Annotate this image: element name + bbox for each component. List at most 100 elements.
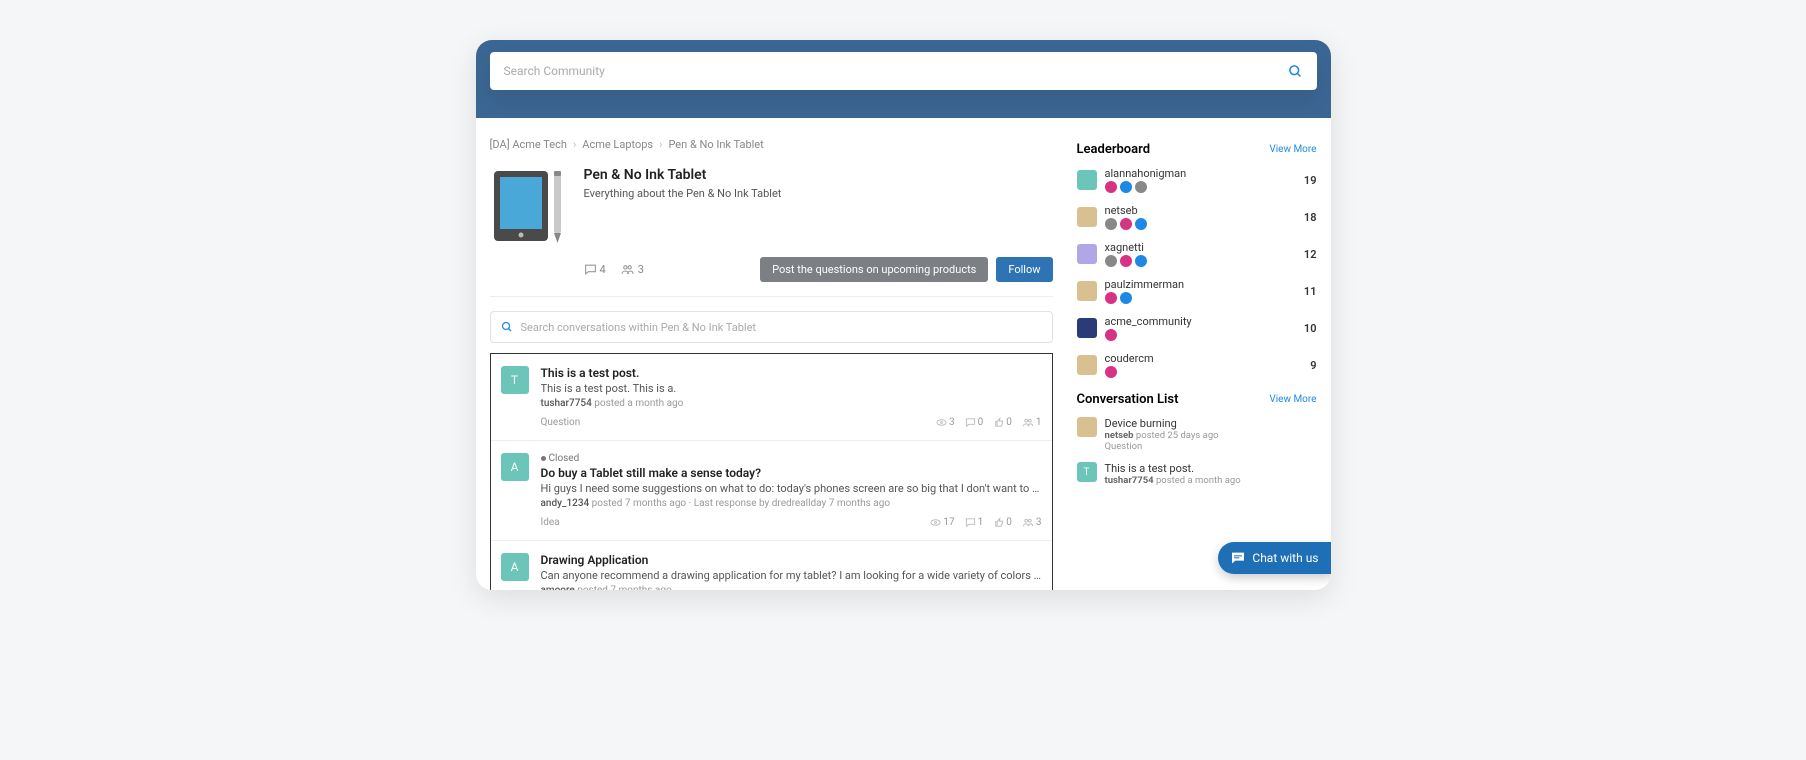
category-header: Pen & No Ink Tablet Everything about the…	[490, 167, 1053, 245]
leaderboard-row[interactable]: alannahonigman 19	[1077, 167, 1317, 193]
main-column: [DA] Acme Tech › Acme Laptops › Pen & No…	[490, 138, 1053, 590]
conversation-type: Question	[1105, 441, 1317, 452]
thread-meta: andy_1234 posted 7 months ago · Last res…	[541, 498, 1042, 509]
badges	[1105, 292, 1296, 304]
conversation-list: Device burning netseb posted 25 days ago…	[1077, 417, 1317, 486]
chat-icon	[1230, 550, 1246, 566]
leaderboard-row[interactable]: coudercm 9	[1077, 352, 1317, 378]
avatar	[1077, 207, 1097, 227]
avatar	[1077, 355, 1097, 375]
badge-icon	[1105, 181, 1117, 193]
badges	[1105, 181, 1296, 193]
badge-icon	[1105, 255, 1117, 267]
conversation-title[interactable]: Device burning	[1105, 417, 1317, 430]
thread-item[interactable]: A Drawing Application Can anyone recomme…	[491, 541, 1052, 590]
badges	[1105, 366, 1303, 378]
views-stat: 17	[930, 517, 954, 528]
leaderboard-row[interactable]: xagnetti 12	[1077, 241, 1317, 267]
leaderboard-row[interactable]: paulzimmerman 11	[1077, 278, 1317, 304]
conversation-list-title: Conversation List	[1077, 392, 1179, 407]
avatar	[1077, 281, 1097, 301]
thread-title[interactable]: Do buy a Tablet still make a sense today…	[541, 466, 1042, 480]
conversation-item[interactable]: T This is a test post. tushar7754 posted…	[1077, 462, 1317, 486]
search-input[interactable]	[504, 64, 1288, 78]
thread-snippet: Can anyone recommend a drawing applicati…	[541, 569, 1042, 582]
thread-item[interactable]: T This is a test post. This is a test po…	[491, 354, 1052, 441]
user-score: 18	[1304, 211, 1317, 224]
chat-widget[interactable]: Chat with us	[1218, 542, 1330, 574]
conversation-title[interactable]: This is a test post.	[1105, 462, 1317, 475]
conversation-search[interactable]	[490, 311, 1053, 343]
user-score: 11	[1304, 285, 1317, 298]
view-more-link[interactable]: View More	[1269, 144, 1316, 155]
badge-icon	[1105, 329, 1117, 341]
avatar	[1077, 318, 1097, 338]
category-description: Everything about the Pen & No Ink Tablet	[584, 187, 1053, 200]
avatar	[1077, 244, 1097, 264]
thread-title[interactable]: This is a test post.	[541, 366, 1042, 380]
followers-stat: 3	[1022, 517, 1042, 528]
badge-icon	[1120, 255, 1132, 267]
conversation-item[interactable]: Device burning netseb posted 25 days ago…	[1077, 417, 1317, 452]
thread-meta: amoore posted 7 months ago	[541, 585, 1042, 590]
likes-stat: 0	[993, 417, 1012, 428]
user-score: 10	[1304, 322, 1317, 335]
thread-title[interactable]: Drawing Application	[541, 553, 1042, 567]
follower-count: 3	[620, 263, 644, 276]
chevron-right-icon: ›	[659, 138, 662, 151]
badge-icon	[1105, 292, 1117, 304]
badges	[1105, 218, 1296, 230]
breadcrumb-item[interactable]: Pen & No Ink Tablet	[668, 138, 763, 151]
leaderboard-row[interactable]: netseb 18	[1077, 204, 1317, 230]
followers-stat: 1	[1022, 417, 1042, 428]
conversation-search-input[interactable]	[521, 321, 1042, 334]
category-icon	[490, 167, 570, 245]
avatar	[1077, 170, 1097, 190]
badge-icon	[1135, 255, 1147, 267]
breadcrumb-item[interactable]: [DA] Acme Tech	[490, 138, 567, 151]
avatar	[1077, 417, 1097, 437]
chevron-right-icon: ›	[573, 138, 576, 151]
thread-snippet: This is a test post. This is a.	[541, 382, 1042, 395]
user-name[interactable]: acme_community	[1105, 315, 1296, 328]
thread-item[interactable]: A Closed Do buy a Tablet still make a se…	[491, 441, 1052, 541]
likes-stat: 0	[993, 517, 1012, 528]
comments-stat: 0	[965, 417, 984, 428]
badges	[1105, 255, 1296, 267]
thread-meta: tushar7754 posted a month ago	[541, 398, 1042, 409]
category-title: Pen & No Ink Tablet	[584, 167, 1053, 183]
thread-snippet: Hi guys I need some suggestions on what …	[541, 482, 1042, 495]
chat-label: Chat with us	[1252, 551, 1318, 565]
user-name[interactable]: xagnetti	[1105, 241, 1296, 254]
badge-icon	[1105, 218, 1117, 230]
thread-type: Question	[541, 417, 581, 428]
conversation-meta: netseb posted 25 days ago	[1105, 430, 1317, 441]
user-score: 19	[1304, 174, 1317, 187]
avatar: A	[501, 453, 529, 481]
leaderboard-header: Leaderboard View More	[1077, 142, 1317, 157]
app-window: [DA] Acme Tech › Acme Laptops › Pen & No…	[476, 40, 1331, 590]
thread-type: Idea	[541, 517, 560, 528]
user-score: 9	[1310, 359, 1316, 372]
post-question-button[interactable]: Post the questions on upcoming products	[760, 257, 988, 282]
views-stat: 3	[936, 417, 955, 428]
badges	[1105, 329, 1296, 341]
user-score: 12	[1304, 248, 1317, 261]
view-more-link[interactable]: View More	[1269, 394, 1316, 405]
user-name[interactable]: netseb	[1105, 204, 1296, 217]
comments-stat: 1	[965, 517, 984, 528]
search-icon	[501, 321, 513, 333]
leaderboard-row[interactable]: acme_community 10	[1077, 315, 1317, 341]
badge-icon	[1105, 366, 1117, 378]
user-name[interactable]: alannahonigman	[1105, 167, 1296, 180]
search-icon[interactable]	[1288, 64, 1303, 79]
user-name[interactable]: paulzimmerman	[1105, 278, 1296, 291]
sidebar: Leaderboard View More alannahonigman 19 …	[1077, 138, 1317, 590]
content: [DA] Acme Tech › Acme Laptops › Pen & No…	[476, 118, 1331, 590]
user-name[interactable]: coudercm	[1105, 352, 1303, 365]
search-bar[interactable]	[490, 52, 1317, 90]
badge-icon	[1135, 181, 1147, 193]
breadcrumb-item[interactable]: Acme Laptops	[582, 138, 653, 151]
follow-button[interactable]: Follow	[996, 257, 1052, 282]
thread-list: T This is a test post. This is a test po…	[490, 353, 1053, 590]
